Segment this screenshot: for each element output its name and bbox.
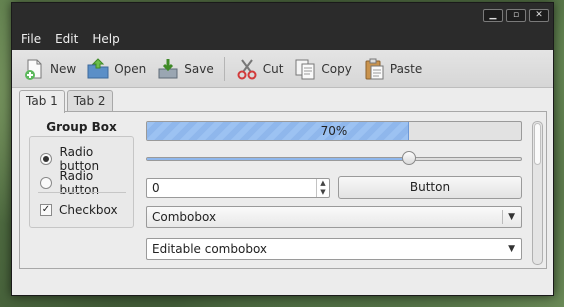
spinbox-value[interactable]: 0 xyxy=(152,181,160,195)
group-box-title: Group Box xyxy=(46,120,117,134)
chevron-down-icon[interactable]: ▼ xyxy=(508,212,515,222)
radio-indicator[interactable] xyxy=(40,177,52,189)
title-bar[interactable]: ▁ ▫ ✕ xyxy=(12,3,553,28)
save-button[interactable]: Save xyxy=(156,57,214,81)
cut-label: Cut xyxy=(262,61,284,76)
save-icon xyxy=(158,58,178,78)
maximize-button[interactable]: ▫ xyxy=(506,9,526,22)
cut-button[interactable]: Cut xyxy=(235,57,284,81)
menu-help[interactable]: Help xyxy=(92,32,119,46)
new-icon xyxy=(25,59,42,80)
vertical-scrollbar[interactable] xyxy=(532,121,543,265)
slider-track[interactable] xyxy=(146,157,522,161)
spinbox[interactable]: 0 ▲ ▼ xyxy=(146,178,330,198)
progress-bar: 70% xyxy=(146,121,522,141)
spinbox-buttons[interactable]: ▲ ▼ xyxy=(316,179,329,197)
push-button[interactable]: Button xyxy=(338,176,522,199)
combobox-value: Combobox xyxy=(152,210,217,224)
copy-button[interactable]: Copy xyxy=(293,57,352,81)
radio-indicator-checked[interactable] xyxy=(40,153,52,165)
save-label: Save xyxy=(184,61,214,76)
toolbar-separator xyxy=(223,56,225,81)
combobox-separator xyxy=(502,210,503,224)
tab-bar: Tab 1 Tab 2 xyxy=(19,90,115,113)
open-label: Open xyxy=(114,61,147,76)
paste-icon xyxy=(365,58,384,79)
checkbox-label: Checkbox xyxy=(59,203,118,217)
combobox[interactable]: Combobox ▼ xyxy=(146,206,522,228)
close-button[interactable]: ✕ xyxy=(529,9,549,22)
paste-label: Paste xyxy=(389,61,423,76)
spin-up-icon[interactable]: ▲ xyxy=(317,179,329,188)
minimize-button[interactable]: ▁ xyxy=(483,9,503,22)
group-box-divider xyxy=(38,192,126,193)
toolbar: New Open Save Cut Copy Paste xyxy=(12,50,553,88)
cut-icon xyxy=(237,58,257,79)
chevron-down-icon[interactable]: ▼ xyxy=(508,244,515,254)
open-button[interactable]: Open xyxy=(86,57,146,81)
app-window: ▁ ▫ ✕ File Edit Help New Open Save Cut C… xyxy=(11,2,554,296)
checkbox-check-icon[interactable]: ✓ xyxy=(40,204,52,216)
copy-label: Copy xyxy=(321,61,352,76)
group-box-frame: Radio button Radio button ✓ Checkbox xyxy=(29,136,134,228)
paste-button[interactable]: Paste xyxy=(362,57,422,81)
checkbox[interactable]: ✓ Checkbox xyxy=(40,203,118,217)
editable-combobox[interactable]: Editable combobox ▼ xyxy=(146,238,522,260)
spin-down-icon[interactable]: ▼ xyxy=(317,188,329,197)
scrollbar-thumb[interactable] xyxy=(534,123,541,165)
tab-1[interactable]: Tab 1 xyxy=(19,90,65,113)
new-button[interactable]: New xyxy=(22,57,76,81)
tab-2[interactable]: Tab 2 xyxy=(66,90,113,112)
new-label: New xyxy=(50,61,77,76)
slider-fill xyxy=(147,158,409,160)
copy-icon xyxy=(295,59,315,79)
menu-edit[interactable]: Edit xyxy=(55,32,78,46)
open-icon xyxy=(87,57,109,78)
editable-combobox-value[interactable]: Editable combobox xyxy=(152,242,267,256)
menu-bar: File Edit Help xyxy=(12,28,553,50)
menu-file[interactable]: File xyxy=(21,32,41,46)
slider-handle[interactable] xyxy=(402,151,417,165)
tab-panel: Group Box Radio button Radio button ✓ Ch… xyxy=(19,111,547,269)
progress-text: 70% xyxy=(320,124,348,138)
group-box: Group Box Radio button Radio button ✓ Ch… xyxy=(29,120,134,230)
